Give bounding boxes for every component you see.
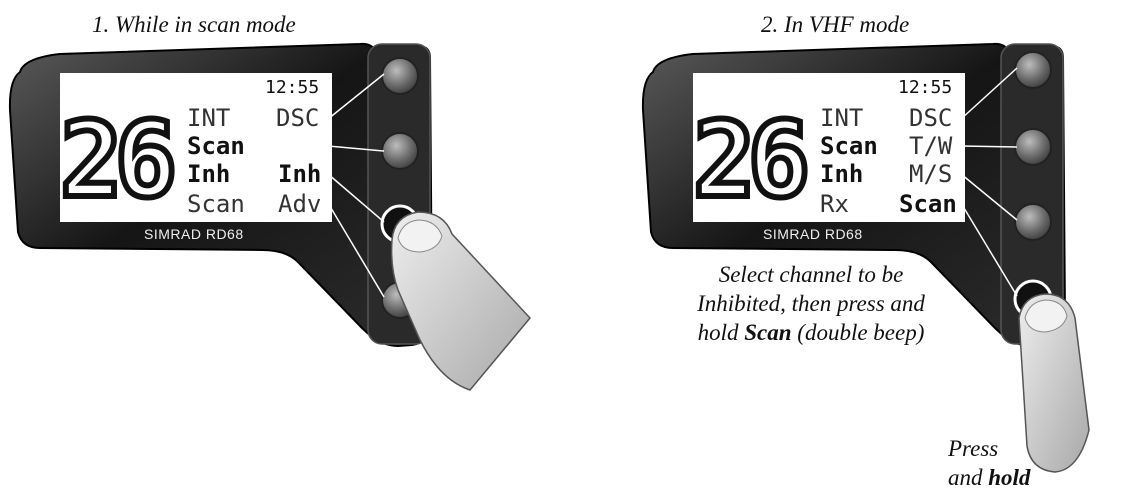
- lcd-right-4: Scan: [899, 190, 957, 218]
- soft-key-2: [381, 132, 419, 170]
- soft-key-1: [381, 57, 419, 95]
- lcd-right-1: DSC: [909, 104, 953, 132]
- lcd-time: 12:55: [898, 77, 953, 98]
- brand-label: SIMRAD RD68: [144, 226, 244, 242]
- lcd-time: 12:55: [265, 77, 320, 98]
- instruction-line-3-pre: hold: [697, 320, 745, 345]
- lcd-right-3: Inh: [278, 160, 322, 188]
- instruction-note: Select channel to be Inhibited, then pre…: [651, 260, 971, 347]
- lcd-channel-number: 26: [690, 99, 813, 221]
- radio-illustration-1: [8, 42, 531, 391]
- panel-vhf-mode: 2. In VHF mode 12:55 26 INT Scan Inh Rx …: [583, 0, 1123, 500]
- soft-key-2: [1014, 128, 1052, 166]
- instruction-line-3-post: (double beep): [791, 320, 925, 345]
- instruction-line-2: Inhibited, then press and: [697, 291, 925, 316]
- lcd-right-3: M/S: [909, 160, 953, 188]
- lcd-right-1: DSC: [276, 104, 320, 132]
- panel-scan-mode: 1. While in scan mode 12:55 26 INT Scan …: [0, 0, 540, 500]
- lcd-left-1: INT: [187, 104, 231, 132]
- lcd-left-4: Rx: [820, 190, 849, 218]
- lcd-left-3: Inh: [820, 160, 864, 188]
- lcd-left-2: Scan: [187, 132, 245, 160]
- lcd-right-2: T/W: [909, 132, 953, 160]
- lcd-channel-number: 26: [57, 99, 180, 221]
- lcd-left-4: Scan: [187, 190, 245, 218]
- press-line-2-pre: and: [948, 465, 989, 490]
- lcd-left-1: INT: [820, 104, 864, 132]
- instruction-line-1: Select channel to be: [718, 262, 904, 287]
- press-line-1: Press: [948, 436, 999, 461]
- lcd-left-3: Inh: [187, 160, 231, 188]
- brand-label: SIMRAD RD68: [763, 226, 863, 242]
- press-hold-note: Press and hold: [948, 434, 1038, 492]
- press-hold-bold: hold: [988, 465, 1031, 490]
- lcd-left-2: Scan: [820, 132, 878, 160]
- radio-illustration-2: [641, 42, 1090, 473]
- soft-key-1: [1014, 51, 1052, 89]
- instruction-scan-bold: Scan: [744, 320, 792, 345]
- lcd-right-4: Adv: [278, 190, 322, 218]
- soft-key-3: [1014, 203, 1052, 241]
